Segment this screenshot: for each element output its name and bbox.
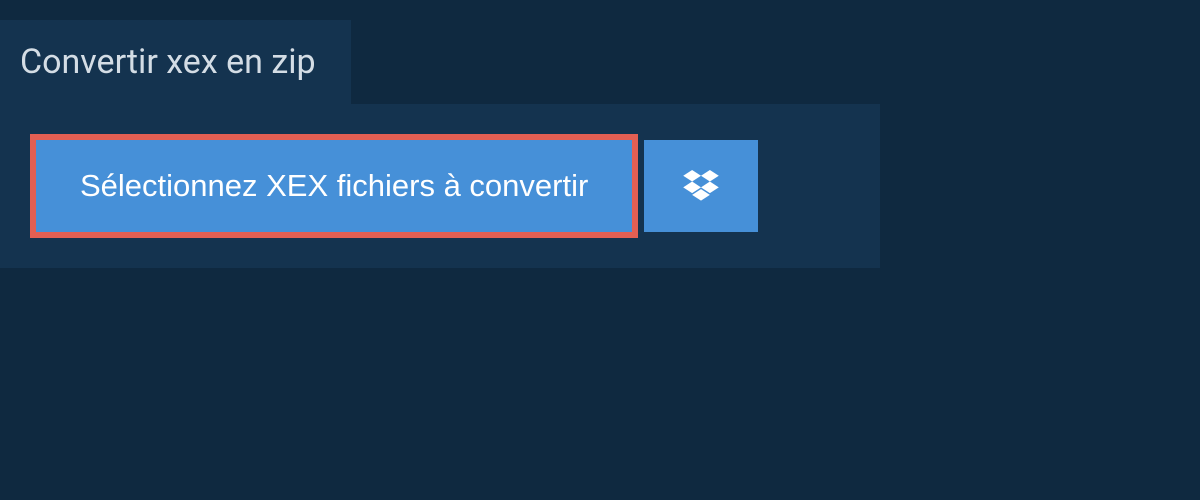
upload-panel: Sélectionnez XEX fichiers à convertir xyxy=(0,104,880,268)
dropbox-button[interactable] xyxy=(644,140,758,232)
upload-button-row: Sélectionnez XEX fichiers à convertir xyxy=(30,134,850,238)
page-header-tab: Convertir xex en zip xyxy=(0,20,351,104)
select-files-button[interactable]: Sélectionnez XEX fichiers à convertir xyxy=(36,140,632,232)
dropbox-icon xyxy=(683,170,719,202)
page-title: Convertir xex en zip xyxy=(20,42,316,82)
select-files-highlight: Sélectionnez XEX fichiers à convertir xyxy=(30,134,638,238)
